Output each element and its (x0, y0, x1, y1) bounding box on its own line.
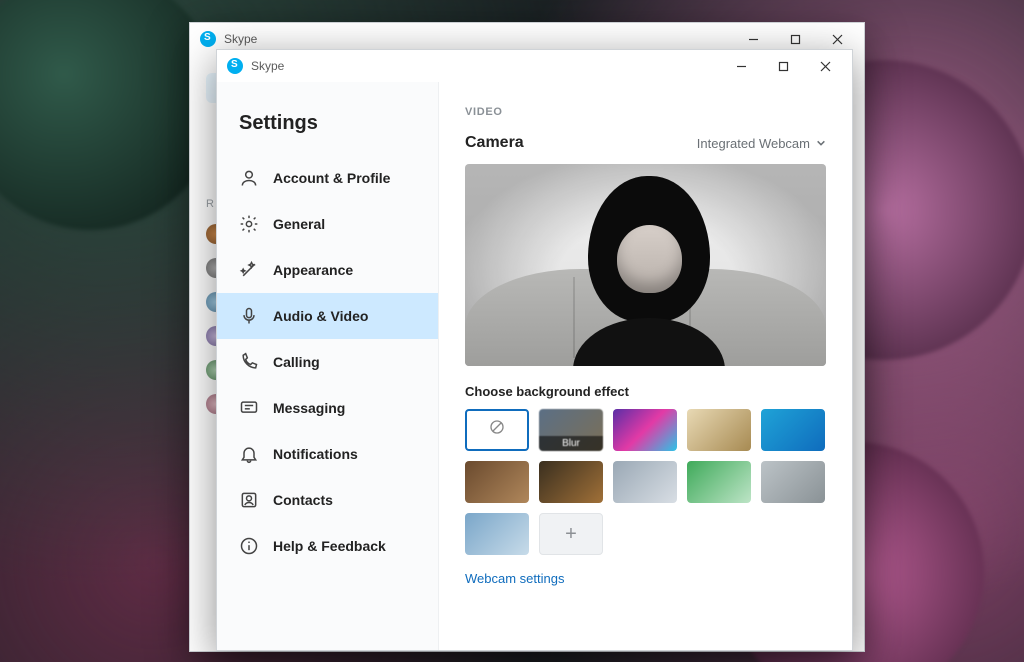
bg-effect-add[interactable]: + (539, 513, 603, 555)
nav-notifications[interactable]: Notifications (217, 431, 438, 477)
bg-effect-preset[interactable] (465, 461, 529, 503)
camera-preview (465, 164, 826, 366)
bg-effect-blur[interactable]: Blur (539, 409, 603, 451)
front-window-title: Skype (251, 59, 284, 73)
settings-window: S Skype Settings Account & Profile (216, 49, 853, 651)
webcam-settings-link[interactable]: Webcam settings (465, 571, 564, 586)
nav-label: Help & Feedback (273, 538, 386, 554)
bg-effect-preset[interactable] (761, 409, 825, 451)
camera-heading: Camera (465, 134, 524, 152)
contacts-icon (239, 490, 259, 510)
nav-label: General (273, 216, 325, 232)
skype-logo-icon: S (200, 31, 216, 47)
bg-effect-caption: Blur (539, 436, 603, 451)
bg-effect-preset[interactable] (465, 513, 529, 555)
bg-effect-preset[interactable] (687, 409, 751, 451)
nav-label: Contacts (273, 492, 333, 508)
gear-icon (239, 214, 259, 234)
nav-general[interactable]: General (217, 201, 438, 247)
settings-heading: Settings (217, 112, 438, 155)
wand-icon (239, 260, 259, 280)
settings-sidebar: Settings Account & Profile General Appea… (217, 82, 439, 650)
nav-help-feedback[interactable]: Help & Feedback (217, 523, 438, 569)
maximize-button[interactable] (762, 52, 804, 80)
nav-label: Audio & Video (273, 308, 368, 324)
nav-account-profile[interactable]: Account & Profile (217, 155, 438, 201)
none-icon (488, 418, 506, 442)
nav-calling[interactable]: Calling (217, 339, 438, 385)
background-effect-label: Choose background effect (465, 384, 826, 399)
bg-effect-preset[interactable] (687, 461, 751, 503)
message-icon (239, 398, 259, 418)
nav-label: Notifications (273, 446, 358, 462)
skype-logo-icon: S (227, 58, 243, 74)
camera-select[interactable]: Integrated Webcam (697, 136, 826, 151)
nav-label: Account & Profile (273, 170, 390, 186)
nav-label: Appearance (273, 262, 353, 278)
background-effect-grid: Blur + (465, 409, 826, 555)
plus-icon: + (565, 523, 577, 546)
bg-effect-preset[interactable] (613, 461, 677, 503)
front-titlebar: S Skype (217, 50, 852, 82)
nav-audio-video[interactable]: Audio & Video (217, 293, 438, 339)
nav-messaging[interactable]: Messaging (217, 385, 438, 431)
settings-main: VIDEO Camera Integrated Webcam Choose ba… (439, 82, 852, 650)
bell-icon (239, 444, 259, 464)
phone-icon (239, 352, 259, 372)
bg-effect-none[interactable] (465, 409, 529, 451)
chevron-down-icon (816, 136, 826, 151)
microphone-icon (239, 306, 259, 326)
bg-effect-preset[interactable] (761, 461, 825, 503)
nav-label: Messaging (273, 400, 345, 416)
section-label-video: VIDEO (465, 106, 826, 118)
nav-appearance[interactable]: Appearance (217, 247, 438, 293)
nav-label: Calling (273, 354, 320, 370)
bg-effect-preset[interactable] (613, 409, 677, 451)
person-icon (239, 168, 259, 188)
back-window-title: Skype (224, 32, 257, 46)
close-button[interactable] (804, 52, 846, 80)
bg-effect-preset[interactable] (539, 461, 603, 503)
nav-contacts[interactable]: Contacts (217, 477, 438, 523)
info-icon (239, 536, 259, 556)
minimize-button[interactable] (720, 52, 762, 80)
camera-select-value: Integrated Webcam (697, 136, 810, 151)
